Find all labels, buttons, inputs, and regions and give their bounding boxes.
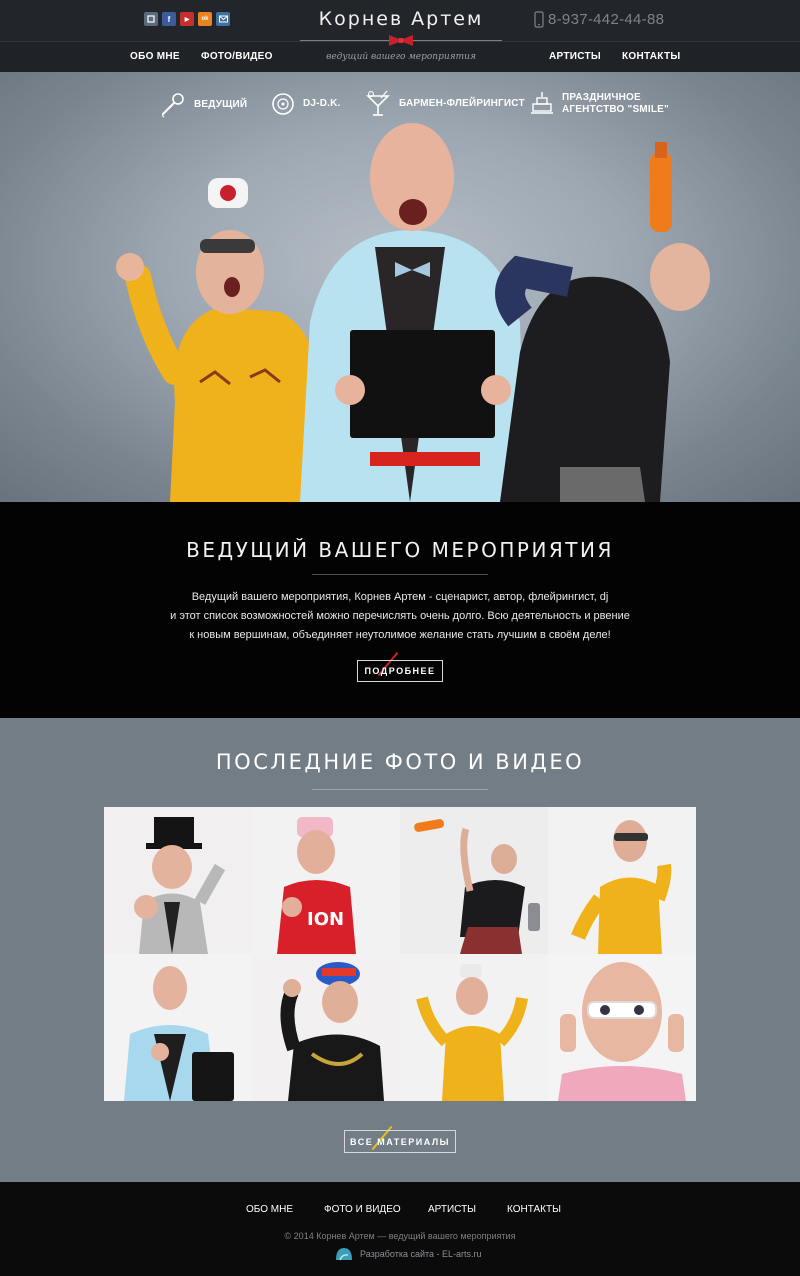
nav-about[interactable]: ОБО МНЕ [130,51,180,62]
about-text: Ведущий вашего мероприятия, Корнев Артем… [150,588,650,645]
hero-person-center [300,123,525,502]
footer-link-photo-video[interactable]: ФОТО И ВИДЕО [324,1204,401,1215]
about-section: ВЕДУЩИЙ ВАШЕГО МЕРОПРИЯТИЯ Ведущий вашег… [0,502,800,718]
gallery-photo[interactable] [104,807,252,954]
hero-person-left [116,178,325,502]
all-materials-button[interactable]: ВСЕ МАТЕРИАЛЫ [344,1130,456,1153]
gallery-photo[interactable] [252,954,400,1101]
photo-grid: ION [104,807,696,1101]
about-text-line: к новым вершинам, объединяет неутолимое … [189,629,611,641]
social-links: f ▶ ok [144,12,230,26]
gallery-photo[interactable] [400,807,548,954]
gallery-photo[interactable] [400,954,548,1101]
about-divider [312,574,488,575]
svg-text:ION: ION [307,909,344,930]
odnoklassniki-icon[interactable]: ok [198,12,212,26]
about-title: ВЕДУЩИЙ ВАШЕГО МЕРОПРИЯТИЯ [186,538,614,562]
nav-photo-video[interactable]: ФОТО/ВИДЕО [201,51,273,62]
about-text-line: Ведущий вашего мероприятия, Корнев Артем… [191,591,609,603]
footer: ОБО МНЕ ФОТО И ВИДЕО АРТИСТЫ КОНТАКТЫ © … [0,1182,800,1276]
gallery-photo[interactable] [548,807,696,954]
footer-link-contacts[interactable]: КОНТАКТЫ [507,1204,561,1215]
youtube-icon[interactable]: ▶ [180,12,194,26]
gallery-divider [312,789,488,790]
copyright: © 2014 Корнев Артем — ведущий вашего мер… [284,1231,516,1241]
developer-logo-icon [336,1248,352,1261]
hero-banner: ВЕДУЩИЙ DJ-D.K. БАРМЕН-ФЛЕЙРИНГИСТ ПРАЗД… [0,72,800,502]
footer-link-about[interactable]: ОБО МНЕ [246,1204,293,1215]
about-text-line: и этот список возможностей можно перечис… [170,610,630,622]
phone-icon [534,11,544,28]
vk-icon[interactable] [144,12,158,26]
nav-artists[interactable]: АРТИСТЫ [549,51,601,62]
facebook-icon[interactable]: f [162,12,176,26]
more-button[interactable]: ПОДРОБНЕЕ [357,660,443,682]
footer-link-artists[interactable]: АРТИСТЫ [428,1204,476,1215]
developer-text: Разработка сайта - EL-arts.ru [360,1249,482,1259]
mail-icon[interactable] [216,12,230,26]
bowtie-icon [389,35,413,46]
phone-contact[interactable]: 8-937-442-44-88 [534,11,664,28]
hero-photo [116,123,710,502]
site-logo[interactable]: Корнев Артем [300,8,502,30]
gallery-photo[interactable] [548,954,696,1101]
developer-credit[interactable]: Разработка сайта - EL-arts.ru [334,1246,482,1262]
gallery-title: ПОСЛЕДНИЕ ФОТО И ВИДЕО [215,750,585,774]
site-tagline: ведущий вашего мероприятия [326,52,476,62]
site-title: Корнев Артем [318,8,484,30]
gallery-photo[interactable]: ION [252,807,400,954]
gallery-section: ПОСЛЕДНИЕ ФОТО И ВИДЕО ION ВСЕ МАТЕРИАЛЫ [0,718,800,1182]
phone-number: 8-937-442-44-88 [548,11,665,28]
nav-contacts[interactable]: КОНТАКТЫ [622,51,680,62]
hero-person-right [495,142,710,502]
gallery-photo[interactable] [104,954,252,1101]
